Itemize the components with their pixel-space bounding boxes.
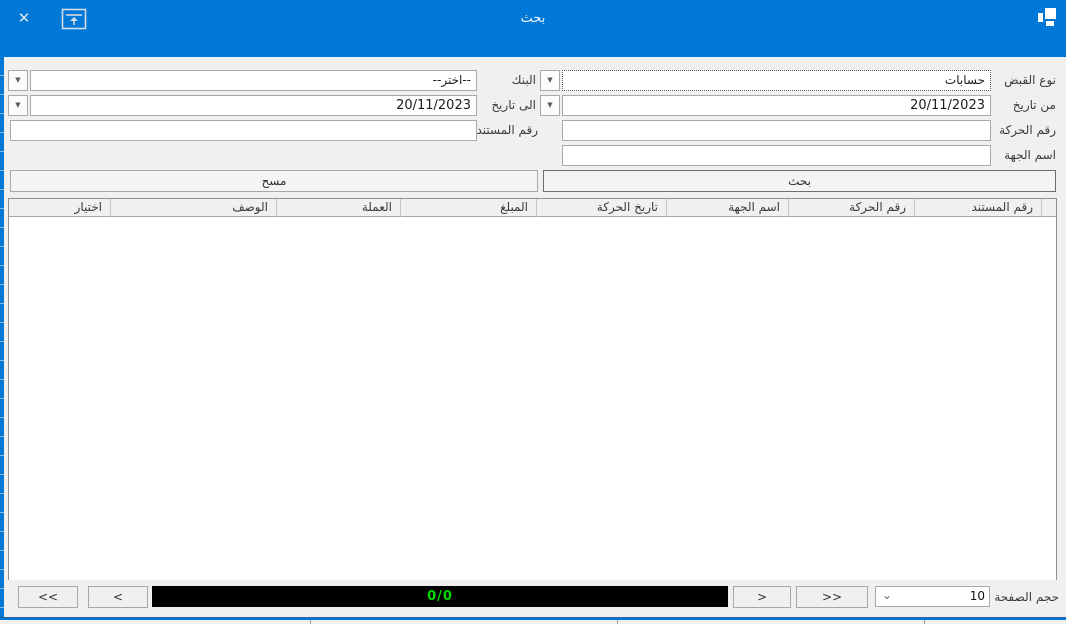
column-header-select[interactable]: اختيار — [7, 199, 110, 217]
background-gridline — [310, 620, 311, 624]
cascade-windows-icon[interactable] — [1037, 7, 1059, 29]
column-header-selector[interactable] — [1041, 199, 1056, 217]
receipt-type-combobox[interactable]: حسابات — [562, 70, 991, 91]
from-date-label: من تاريخ — [993, 95, 1056, 116]
page-forward-button[interactable]: > — [733, 586, 791, 608]
results-table-body[interactable] — [9, 217, 1056, 580]
bank-label: البنك — [480, 70, 536, 91]
background-gridline — [924, 620, 925, 624]
page-size-label: حجم الصفحة — [993, 586, 1059, 607]
entity-name-input[interactable] — [562, 145, 991, 166]
column-header-movement-number[interactable]: رقم الحركة — [788, 199, 914, 217]
chevron-down-icon: ⌄ — [882, 587, 892, 606]
search-button[interactable]: بحث — [543, 170, 1056, 192]
page-rewind-button[interactable]: << — [18, 586, 78, 608]
clear-button[interactable]: مسح — [10, 170, 538, 192]
page-back-button[interactable]: < — [88, 586, 148, 608]
receipt-type-label: نوع القبض — [993, 70, 1056, 91]
column-header-movement-date[interactable]: تاريخ الحركة — [536, 199, 666, 217]
receipt-type-dropdown-arrow-icon[interactable]: ▼ — [540, 70, 560, 91]
column-header-document-number[interactable]: رقم المستند — [914, 199, 1041, 217]
from-date-input[interactable]: 20/11/2023 — [562, 95, 991, 116]
entity-name-label: اسم الجهة — [993, 145, 1056, 166]
column-header-description[interactable]: الوصف — [110, 199, 276, 217]
background-gridline — [617, 620, 618, 624]
results-table: رقم المستند رقم الحركة اسم الجهة تاريخ ا… — [8, 198, 1057, 580]
to-date-input[interactable]: 20/11/2023 — [30, 95, 477, 116]
background-window-edge — [0, 57, 4, 617]
bank-combobox[interactable]: --اختر-- — [30, 70, 477, 91]
movement-number-input[interactable] — [562, 120, 991, 141]
from-date-dropdown-arrow-icon[interactable]: ▼ — [540, 95, 560, 116]
page-counter: 0/0 — [152, 586, 728, 607]
results-table-header: رقم المستند رقم الحركة اسم الجهة تاريخ ا… — [9, 199, 1056, 217]
page-size-select[interactable]: ⌄ 10 — [875, 586, 990, 607]
column-header-entity-name[interactable]: اسم الجهة — [666, 199, 788, 217]
column-header-amount[interactable]: المبلغ — [400, 199, 536, 217]
window-bottom-border — [0, 617, 1066, 620]
page-size-value: 10 — [970, 587, 985, 606]
to-date-label: الى تاريخ — [480, 95, 536, 116]
to-date-dropdown-arrow-icon[interactable]: ▼ — [8, 95, 28, 116]
window-title: بحث — [0, 11, 1066, 26]
cascade-windows-glyph — [1037, 7, 1059, 29]
page-fast-forward-button[interactable]: >> — [796, 586, 868, 608]
document-number-label: رقم المستند — [478, 120, 538, 141]
document-number-input[interactable] — [10, 120, 477, 141]
movement-number-label: رقم الحركة — [993, 120, 1056, 141]
title-bar — [0, 0, 1066, 57]
bank-dropdown-arrow-icon[interactable]: ▼ — [8, 70, 28, 91]
column-header-currency[interactable]: العملة — [276, 199, 400, 217]
